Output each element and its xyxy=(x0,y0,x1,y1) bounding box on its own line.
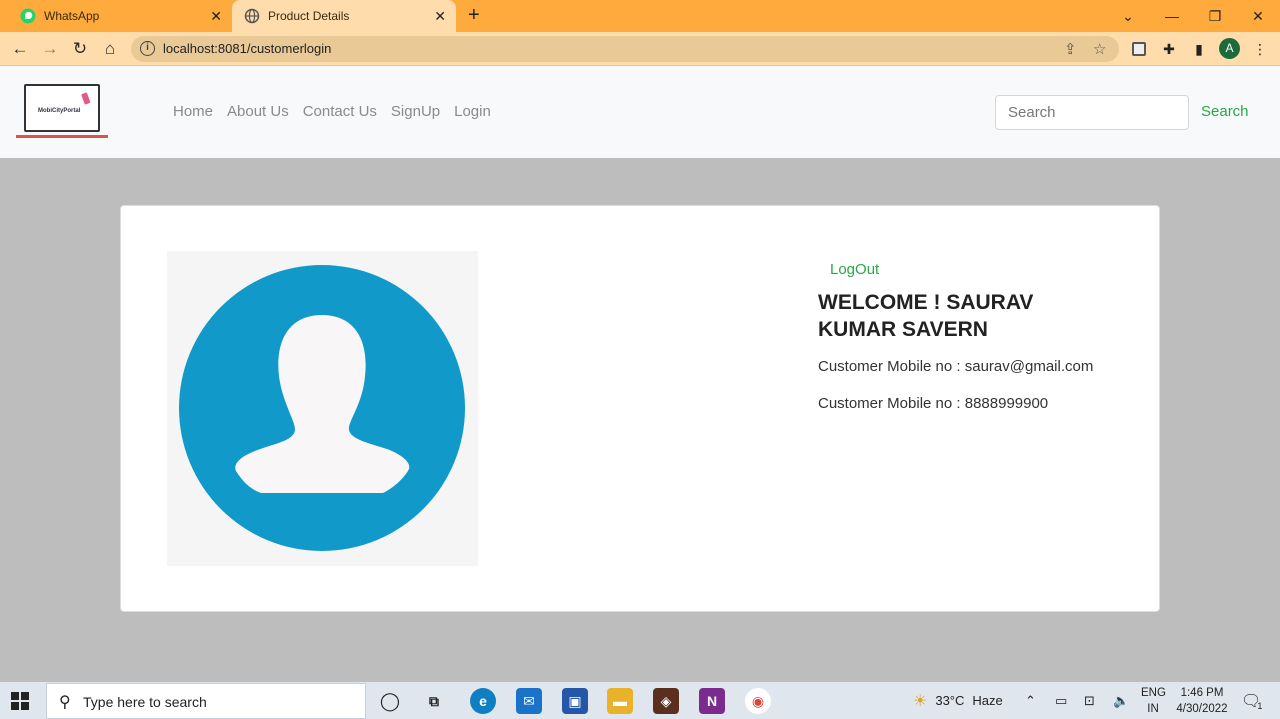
nav-contact-us[interactable]: Contact Us xyxy=(296,103,384,120)
selenium-extension-icon xyxy=(1132,42,1146,56)
user-avatar-icon xyxy=(179,265,465,551)
profile-picture xyxy=(167,251,478,566)
lang-code: ENG xyxy=(1141,687,1166,699)
volume-icon[interactable]: 🔈 xyxy=(1113,682,1129,719)
logo-laptop-screen: MobiCityPortal xyxy=(24,84,100,132)
whatsapp-icon xyxy=(20,8,36,24)
weather-widget[interactable]: ☀ 33°C Haze xyxy=(913,682,1003,719)
clock-time: 1:46 PM xyxy=(1180,687,1224,699)
close-tab-icon[interactable]: ✕ xyxy=(210,8,222,25)
search-button[interactable]: Search xyxy=(1201,103,1249,120)
address-bar[interactable]: i localhost:8081/customerlogin ⇪ ☆ xyxy=(131,36,1119,62)
logo-laptop-base xyxy=(16,135,108,138)
store-icon[interactable]: ▣ xyxy=(562,688,588,714)
forward-arrow-icon[interactable]: → xyxy=(37,37,63,61)
task-view-icon[interactable]: ⧉ xyxy=(421,688,447,714)
weather-sun-icon: ☀ xyxy=(913,692,928,710)
game-app-icon[interactable]: ◈ xyxy=(653,688,679,714)
home-icon[interactable]: ⌂ xyxy=(97,37,123,61)
windows-taskbar: ⚲ Type here to search ◯ ⧉ e ✉ ▣ ▬ ◈ N ◉ … xyxy=(0,682,1280,719)
nav-login[interactable]: Login xyxy=(447,103,498,120)
chrome-icon[interactable]: ◉ xyxy=(745,688,771,714)
profile-avatar[interactable]: A xyxy=(1219,38,1240,59)
tab-label: WhatsApp xyxy=(44,9,100,23)
globe-icon xyxy=(244,8,260,24)
clock-date: 4/30/2022 xyxy=(1176,703,1228,715)
site-info-icon[interactable]: i xyxy=(140,41,155,56)
browser-tab-strip: WhatsApp ✕ Product Details ✕ + ⌄ — ❐ ✕ xyxy=(0,0,1280,32)
tab-whatsapp[interactable]: WhatsApp ✕ xyxy=(12,0,232,32)
lang-region: IN xyxy=(1147,703,1159,715)
logout-link[interactable]: LogOut xyxy=(830,261,879,278)
onenote-icon[interactable]: N xyxy=(699,688,725,714)
extension-se-icon[interactable] xyxy=(1130,40,1148,58)
site-logo[interactable]: MobiCityPortal xyxy=(16,84,108,140)
file-explorer-icon[interactable]: ▬ xyxy=(607,688,633,714)
search-icon: ⚲ xyxy=(59,694,71,711)
weather-temp: 33°C xyxy=(935,693,965,708)
edge-icon[interactable]: e xyxy=(470,688,496,714)
welcome-heading: WELCOME ! SAURAV KUMAR SAVERN xyxy=(818,291,1034,341)
show-hidden-icons-icon[interactable]: ⌃ xyxy=(1025,682,1036,719)
logo-text: MobiCityPortal xyxy=(38,108,81,114)
mail-icon[interactable]: ✉ xyxy=(516,688,542,714)
reload-icon[interactable]: ↻ xyxy=(67,37,93,61)
back-arrow-icon[interactable]: ← xyxy=(7,37,33,61)
network-icon[interactable]: ⊡ xyxy=(1084,682,1095,719)
notification-count: 1 xyxy=(1257,700,1263,711)
nav-signup[interactable]: SignUp xyxy=(384,103,447,120)
minimize-icon[interactable]: — xyxy=(1150,0,1194,32)
url-text[interactable]: localhost:8081/customerlogin xyxy=(163,41,331,56)
tab-search-chevron-icon[interactable]: ⌄ xyxy=(1106,0,1150,32)
tab-product-details[interactable]: Product Details ✕ xyxy=(232,0,456,32)
notification-center[interactable]: 🗨 1 xyxy=(1241,682,1262,719)
search-input[interactable] xyxy=(995,95,1189,130)
site-navbar: MobiCityPortal Home About Us Contact Us … xyxy=(0,66,1280,158)
close-window-icon[interactable]: ✕ xyxy=(1236,0,1280,32)
puzzle-extensions-icon[interactable]: ✚ xyxy=(1160,40,1178,58)
nav-about-us[interactable]: About Us xyxy=(220,103,296,120)
customer-mobile: Customer Mobile no : 8888999900 xyxy=(818,395,1049,412)
profile-card: LogOut WELCOME ! SAURAV KUMAR SAVERN Cus… xyxy=(120,205,1160,612)
share-icon[interactable]: ⇪ xyxy=(1064,40,1077,58)
browser-toolbar: ← → ↻ ⌂ i localhost:8081/customerlogin ⇪… xyxy=(0,32,1280,66)
logo-phone-icon xyxy=(81,92,91,105)
taskbar-search-box[interactable]: ⚲ Type here to search xyxy=(46,683,366,719)
system-clock[interactable]: 1:46 PM 4/30/2022 xyxy=(1172,685,1232,717)
side-panel-icon[interactable]: ▮ xyxy=(1190,40,1208,58)
nav-home[interactable]: Home xyxy=(166,103,220,120)
windows-start-icon[interactable] xyxy=(10,691,30,711)
bookmark-star-icon[interactable]: ☆ xyxy=(1093,40,1106,58)
weather-desc: Haze xyxy=(972,693,1003,708)
more-menu-icon[interactable]: ⋮ xyxy=(1251,40,1269,58)
restore-icon[interactable]: ❐ xyxy=(1193,0,1237,32)
cortana-icon[interactable]: ◯ xyxy=(377,688,403,714)
battery-icon[interactable]: ▭ xyxy=(1055,682,1067,719)
main-nav: Home About Us Contact Us SignUp Login xyxy=(166,103,498,120)
input-language[interactable]: ENG IN xyxy=(1141,685,1166,717)
close-tab-icon[interactable]: ✕ xyxy=(434,8,446,25)
new-tab-icon[interactable]: + xyxy=(468,4,480,27)
customer-email: Customer Mobile no : saurav@gmail.com xyxy=(818,358,1094,375)
tab-label: Product Details xyxy=(268,9,350,23)
taskbar-search-placeholder: Type here to search xyxy=(83,694,207,710)
